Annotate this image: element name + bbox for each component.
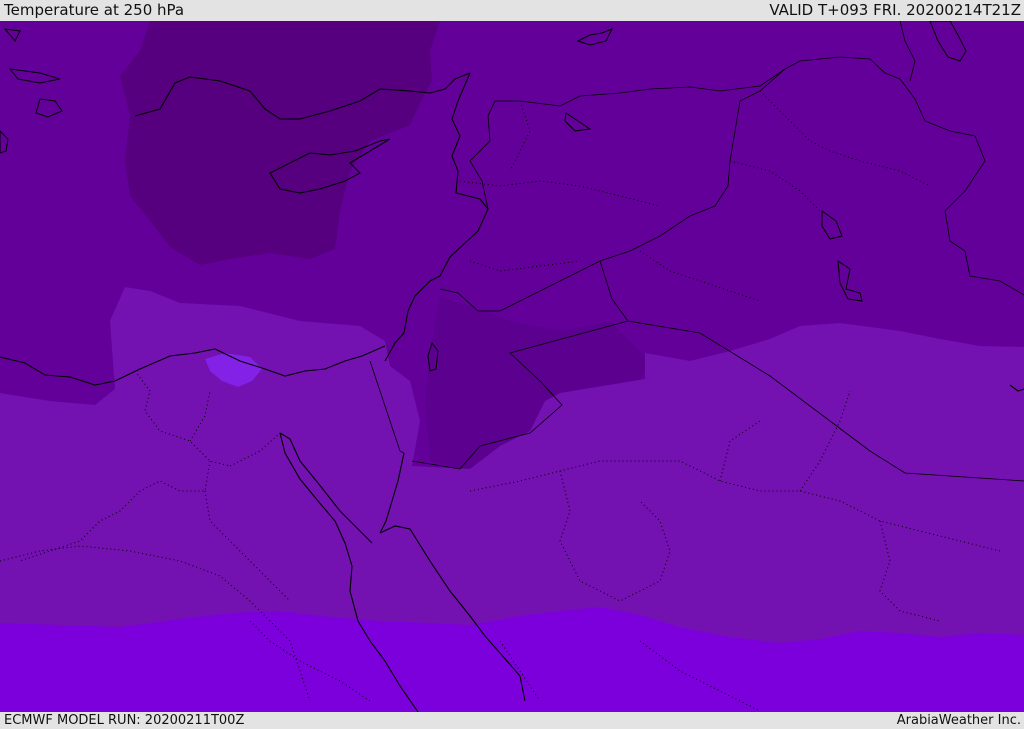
credit-label: ArabiaWeather Inc. bbox=[896, 713, 1021, 728]
temperature-map bbox=[0, 21, 1024, 712]
model-run-label: ECMWF MODEL RUN: 20200211T00Z bbox=[4, 713, 245, 728]
valid-time: VALID T+093 FRI. 20200214T21Z bbox=[769, 1, 1021, 19]
map-title: Temperature at 250 hPa bbox=[4, 1, 185, 19]
footer-bar: ECMWF MODEL RUN: 20200211T00Z ArabiaWeat… bbox=[0, 712, 1024, 729]
header-bar: Temperature at 250 hPa VALID T+093 FRI. … bbox=[0, 0, 1024, 21]
